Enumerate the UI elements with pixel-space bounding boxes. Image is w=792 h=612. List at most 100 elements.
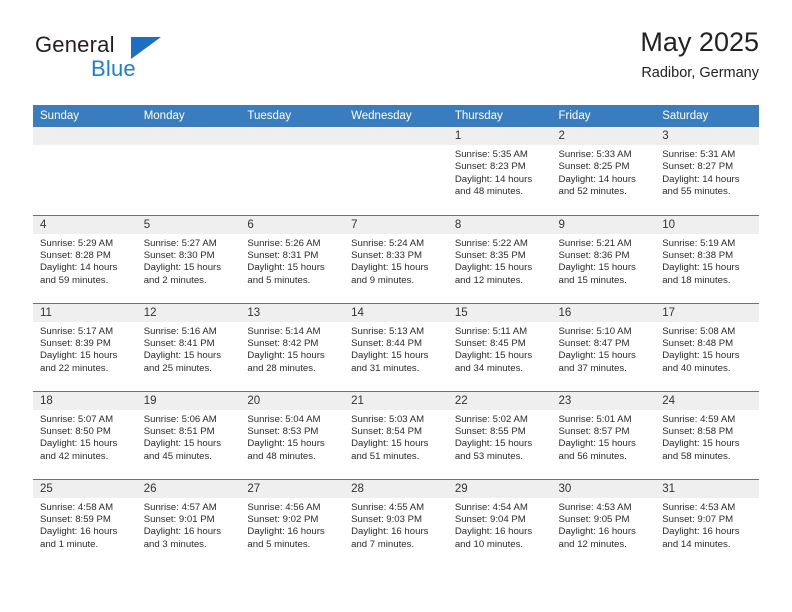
day-cell-inner: 27 Sunrise: 4:56 AM Sunset: 9:02 PM Dayligh… — [240, 479, 345, 568]
sunrise-text: Sunrise: 5:17 AM — [40, 325, 114, 337]
day-number: 12 — [136, 303, 241, 322]
day-cell-details: Sunrise: 5:04 AM Sunset: 8:53 PM Daylight:… — [240, 410, 344, 464]
day-number: 3 — [655, 127, 759, 145]
sunrise-text: Sunrise: 5:08 AM — [662, 325, 736, 337]
daylight-text: Daylight: 15 hours and 5 minutes. — [247, 262, 325, 286]
day-cell-inner: 22 Sunrise: 5:02 AM Sunset: 8:55 PM Dayligh… — [447, 391, 552, 479]
day-number: 14 — [344, 303, 448, 322]
calendar-day-cell[interactable]: 26 Sunrise: 4:57 AM Sunset: 9:01 PM Dayligh… — [136, 478, 241, 567]
sunset-text: Sunset: 9:07 PM — [662, 513, 734, 525]
day-cell-details: Sunrise: 5:21 AM Sunset: 8:36 PM Daylight:… — [552, 234, 656, 288]
calendar-day-cell[interactable]: 30 Sunrise: 4:53 AM Sunset: 9:05 PM Dayligh… — [551, 478, 656, 567]
calendar-day-cell[interactable]: 1 Sunrise: 5:35 AM Sunset: 8:23 PM Daylight… — [447, 127, 552, 215]
day-cell-inner: 9 Sunrise: 5:21 AM Sunset: 8:36 PM Daylight… — [551, 215, 656, 303]
sunrise-text: Sunrise: 5:31 AM — [662, 149, 736, 160]
calendar-day-cell[interactable]: 14 Sunrise: 5:13 AM Sunset: 8:44 PM Dayligh… — [344, 302, 448, 391]
day-cell-inner: 13 Sunrise: 5:14 AM Sunset: 8:42 PM Dayligh… — [240, 303, 345, 391]
sunset-text: Sunset: 8:45 PM — [454, 337, 526, 349]
calendar-day-cell[interactable]: 24 Sunrise: 4:59 AM Sunset: 8:58 PM Dayligh… — [655, 390, 759, 479]
sunrise-text: Sunrise: 5:16 AM — [143, 325, 217, 337]
day-cell-details: Sunrise: 5:13 AM Sunset: 8:44 PM Daylight:… — [344, 322, 448, 376]
day-cell-inner: 1 Sunrise: 5:35 AM Sunset: 8:23 PM Daylight… — [447, 127, 552, 215]
day-cell-details: Sunrise: 5:07 AM Sunset: 8:50 PM Daylight:… — [33, 410, 137, 464]
day-cell-inner: 6 Sunrise: 5:26 AM Sunset: 8:31 PM Daylight… — [240, 215, 345, 303]
day-cell-details: Sunrise: 4:53 AM Sunset: 9:07 PM Daylight:… — [655, 498, 759, 552]
calendar-day-cell[interactable]: 7 Sunrise: 5:24 AM Sunset: 8:33 PM Daylight… — [344, 214, 448, 303]
day-number: 27 — [240, 479, 345, 498]
calendar-day-cell[interactable]: 11 Sunrise: 5:17 AM Sunset: 8:39 PM Dayligh… — [33, 302, 137, 391]
sunset-text: Sunset: 8:47 PM — [558, 337, 630, 349]
calendar-page: General Blue May 2025 Radibor, Germany S… — [0, 0, 792, 612]
daylight-text: Daylight: 15 hours and 53 minutes. — [454, 438, 533, 462]
daylight-text: Daylight: 15 hours and 45 minutes. — [143, 438, 222, 462]
sunset-text: Sunset: 8:58 PM — [662, 425, 734, 437]
location-subtitle: Radibor, Germany — [641, 65, 759, 81]
calendar-day-cell[interactable]: 6 Sunrise: 5:26 AM Sunset: 8:31 PM Daylight… — [240, 214, 345, 303]
title-block: May 2025 Radibor, Germany — [640, 26, 759, 82]
calendar-day-cell[interactable]: 5 Sunrise: 5:27 AM Sunset: 8:30 PM Daylight… — [136, 214, 241, 303]
day-number: 24 — [655, 391, 759, 410]
daylight-text: Daylight: 15 hours and 12 minutes. — [454, 262, 533, 286]
day-cell-details: Sunrise: 4:57 AM Sunset: 9:01 PM Daylight:… — [137, 498, 241, 552]
day-number — [136, 127, 241, 145]
calendar-day-cell[interactable]: 4 Sunrise: 5:29 AM Sunset: 8:28 PM Daylight… — [33, 214, 137, 303]
calendar-day-cell[interactable]: 2 Sunrise: 5:33 AM Sunset: 8:25 PM Daylight… — [551, 127, 656, 215]
daylight-text: Daylight: 14 hours and 52 minutes. — [558, 173, 636, 198]
calendar-day-cell[interactable]: 29 Sunrise: 4:54 AM Sunset: 9:04 PM Dayligh… — [447, 478, 552, 567]
sunset-text: Sunset: 8:39 PM — [40, 337, 111, 349]
calendar-week-row: 18 Sunrise: 5:07 AM Sunset: 8:50 PM Dayligh… — [33, 390, 759, 479]
calendar-day-cell[interactable]: 19 Sunrise: 5:06 AM Sunset: 8:51 PM Dayligh… — [136, 390, 241, 479]
day-cell-inner: 31 Sunrise: 4:53 AM Sunset: 9:07 PM Dayligh… — [655, 479, 759, 568]
day-cell-details: Sunrise: 4:53 AM Sunset: 9:05 PM Daylight:… — [552, 498, 656, 552]
calendar-day-cell[interactable]: 23 Sunrise: 5:01 AM Sunset: 8:57 PM Dayligh… — [551, 390, 656, 479]
day-cell-details: Sunrise: 5:27 AM Sunset: 8:30 PM Daylight:… — [137, 234, 241, 288]
day-number: 15 — [447, 303, 552, 322]
calendar-day-cell[interactable]: 25 Sunrise: 4:58 AM Sunset: 8:59 PM Dayligh… — [33, 478, 137, 567]
calendar-day-cell[interactable]: 9 Sunrise: 5:21 AM Sunset: 8:36 PM Daylight… — [551, 214, 656, 303]
sunset-text: Sunset: 8:33 PM — [351, 249, 423, 261]
day-number — [240, 127, 345, 145]
sunrise-text: Sunrise: 4:53 AM — [558, 501, 632, 513]
calendar-day-cell[interactable]: 27 Sunrise: 4:56 AM Sunset: 9:02 PM Dayligh… — [240, 478, 345, 568]
day-cell-details: Sunrise: 5:16 AM Sunset: 8:41 PM Daylight:… — [137, 322, 241, 376]
calendar-day-cell[interactable]: 22 Sunrise: 5:02 AM Sunset: 8:55 PM Dayligh… — [447, 390, 552, 479]
day-cell-inner: 18 Sunrise: 5:07 AM Sunset: 8:50 PM Dayligh… — [33, 391, 137, 479]
calendar-day-cell[interactable]: 8 Sunrise: 5:22 AM Sunset: 8:35 PM Daylight… — [447, 214, 552, 303]
daylight-text: Daylight: 16 hours and 1 minute. — [40, 526, 118, 550]
sunrise-text: Sunrise: 5:02 AM — [454, 413, 528, 425]
sunset-text: Sunset: 8:30 PM — [143, 249, 215, 261]
day-cell-inner: 23 Sunrise: 5:01 AM Sunset: 8:57 PM Dayligh… — [551, 391, 656, 479]
day-cell-inner: 15 Sunrise: 5:11 AM Sunset: 8:45 PM Dayligh… — [447, 303, 552, 391]
sunset-text: Sunset: 8:54 PM — [351, 425, 423, 437]
calendar-day-cell[interactable]: 16 Sunrise: 5:10 AM Sunset: 8:47 PM Dayligh… — [551, 302, 656, 391]
calendar-day-cell[interactable]: 21 Sunrise: 5:03 AM Sunset: 8:54 PM Dayligh… — [344, 390, 448, 479]
day-number: 5 — [136, 215, 241, 234]
day-cell-inner — [344, 127, 448, 215]
sunrise-text: Sunrise: 5:06 AM — [143, 413, 217, 425]
calendar-day-cell[interactable]: 17 Sunrise: 5:08 AM Sunset: 8:48 PM Dayligh… — [655, 302, 759, 391]
sunset-text: Sunset: 8:35 PM — [454, 249, 526, 261]
sunrise-text: Sunrise: 5:10 AM — [558, 325, 632, 337]
sunset-text: Sunset: 8:59 PM — [40, 513, 111, 525]
calendar-day-cell[interactable]: 28 Sunrise: 4:55 AM Sunset: 9:03 PM Dayligh… — [344, 478, 448, 567]
day-number — [33, 127, 137, 145]
calendar-day-cell[interactable]: 3 Sunrise: 5:31 AM Sunset: 8:27 PM Daylight… — [655, 127, 759, 215]
calendar-day-cell[interactable]: 13 Sunrise: 5:14 AM Sunset: 8:42 PM Dayligh… — [240, 302, 345, 391]
calendar-day-cell[interactable]: 20 Sunrise: 5:04 AM Sunset: 8:53 PM Dayligh… — [240, 390, 345, 479]
day-number: 6 — [240, 215, 345, 234]
calendar-day-cell[interactable]: 12 Sunrise: 5:16 AM Sunset: 8:41 PM Dayligh… — [136, 302, 241, 391]
day-cell-details: Sunrise: 5:02 AM Sunset: 8:55 PM Daylight:… — [448, 410, 552, 464]
day-cell-details: Sunrise: 4:56 AM Sunset: 9:02 PM Daylight:… — [240, 498, 344, 552]
daylight-text: Daylight: 15 hours and 34 minutes. — [454, 350, 533, 374]
daylight-text: Daylight: 15 hours and 40 minutes. — [662, 350, 740, 374]
sunset-text: Sunset: 9:03 PM — [351, 513, 423, 525]
daylight-text: Daylight: 15 hours and 42 minutes. — [40, 438, 118, 462]
calendar-day-cell[interactable]: 18 Sunrise: 5:07 AM Sunset: 8:50 PM Dayligh… — [33, 390, 137, 479]
calendar-day-cell[interactable]: 31 Sunrise: 4:53 AM Sunset: 9:07 PM Dayligh… — [655, 478, 759, 568]
sunrise-text: Sunrise: 5:01 AM — [558, 413, 632, 425]
calendar-day-cell[interactable]: 15 Sunrise: 5:11 AM Sunset: 8:45 PM Dayligh… — [447, 302, 552, 391]
general-blue-logo[interactable]: General Blue — [33, 32, 253, 94]
sunrise-text: Sunrise: 5:14 AM — [247, 325, 321, 337]
day-cell-inner — [33, 127, 137, 215]
calendar-day-cell[interactable]: 10 Sunrise: 5:19 AM Sunset: 8:38 PM Dayligh… — [655, 214, 759, 303]
